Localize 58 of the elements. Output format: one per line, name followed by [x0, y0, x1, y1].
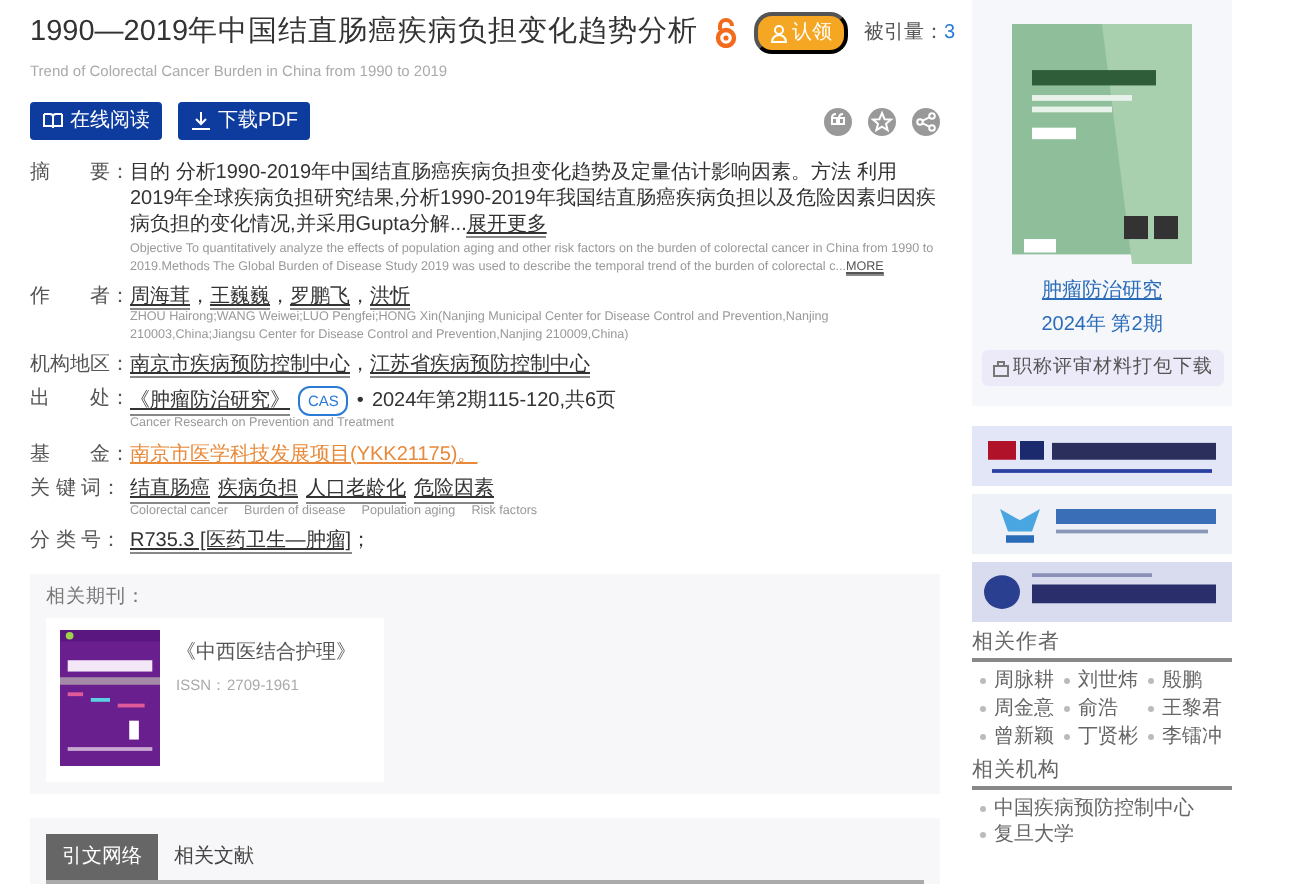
link-text[interactable]: 周海茸 [130, 286, 190, 310]
author-link[interactable]: 殷鹏 [1148, 668, 1232, 695]
issue-text: 2024年 第2期 [1041, 311, 1163, 340]
article-title: 1990—2019年中国结直肠癌疾病负担变化趋势分析 [30, 13, 699, 52]
author-link[interactable]: 周金意 [980, 696, 1064, 723]
link-text[interactable]: 南京市疾病预防控制中心 [130, 354, 350, 378]
citation-count: 被引量：3 [864, 19, 956, 49]
keyword-link[interactable]: 结直肠癌 [130, 475, 210, 503]
separator: ， [350, 354, 370, 376]
author-link[interactable]: 俞浩 [1064, 696, 1148, 723]
journal-link[interactable]: 肿瘤防治研究 [1042, 276, 1162, 306]
author-link[interactable]: 李镭冲 [1148, 724, 1232, 751]
link-text[interactable]: 罗鹏飞 [290, 286, 350, 310]
journal-link[interactable]: 《肿瘤防治研究》 [130, 387, 290, 415]
book-icon [42, 110, 64, 132]
field-label: 作 者： [30, 284, 130, 312]
download-pdf-button[interactable]: 下载PDF [178, 102, 310, 140]
issue-pages: 2024年第2期115-120,共6页 [371, 388, 617, 414]
author-link[interactable]: 曾新颖 [980, 724, 1064, 751]
keyword-link[interactable]: 危险因素 [414, 475, 494, 503]
institution-link[interactable]: 中国疾病预防控制中心 [980, 796, 1232, 823]
link-text[interactable]: 王巍巍 [210, 286, 270, 310]
journal-name: 《中西医结合护理》 [176, 639, 356, 669]
bullet: • [356, 388, 364, 414]
tab[interactable]: 引文网络 [46, 834, 158, 881]
classification-link[interactable]: R735.3 [医药卫生—肿瘤] [130, 530, 352, 554]
separator: ， [270, 286, 290, 308]
field-label: 关 键 词： [30, 475, 124, 503]
section-heading: 相关作者 [972, 630, 1232, 663]
separator: ， [190, 286, 210, 308]
keyword-link[interactable]: 疾病负担 [218, 475, 298, 503]
punctuation: ； [351, 530, 372, 552]
field-label: 基 金： [30, 441, 130, 467]
tab[interactable]: 相关文献 [158, 834, 270, 881]
expand-link[interactable]: 展开更多 [466, 214, 547, 238]
author-link[interactable]: 刘世炜 [1064, 668, 1148, 695]
institution-link[interactable]: 复旦大学 [980, 822, 1232, 849]
separator: ， [350, 286, 370, 308]
download-materials-button[interactable]: 职称评审材料打包下载 [981, 350, 1223, 387]
briefcase-icon [991, 358, 1009, 379]
star-icon[interactable] [868, 107, 896, 135]
keyword-link[interactable]: 人口老龄化 [306, 475, 406, 503]
share-icon[interactable] [912, 107, 940, 135]
author-link[interactable]: 丁贤彬 [1064, 724, 1148, 751]
field-label: 分 类 号： [30, 528, 124, 554]
quote-icon[interactable] [824, 107, 852, 135]
author-link[interactable]: 王黎君 [1148, 696, 1232, 723]
section-heading: 相关机构 [972, 758, 1232, 791]
field-label: 机构地区： [30, 352, 130, 378]
section-label: 相关期刊： [46, 584, 148, 612]
read-online-button[interactable]: 在线阅读 [30, 102, 162, 140]
author-link[interactable]: 周脉耕 [980, 668, 1064, 695]
field-label: 摘 要： [30, 160, 130, 188]
field-label: 出 处： [30, 386, 130, 414]
link-text[interactable]: 洪忻 [370, 286, 410, 310]
link-text[interactable]: 江苏省疾病预防控制中心 [370, 354, 590, 378]
abstract-text: 目的 分析1990-2019年中国结直肠癌疾病负担变化趋势及定量估计影响因素。方法 利用2019年全球疾病负担研究结果,分析1990-2019年我国结直肠癌疾病负担以及危险因素归因疾病负担的变化情况,并采用Gupta分解...展开更多 [130, 160, 938, 238]
download-icon [190, 110, 212, 132]
